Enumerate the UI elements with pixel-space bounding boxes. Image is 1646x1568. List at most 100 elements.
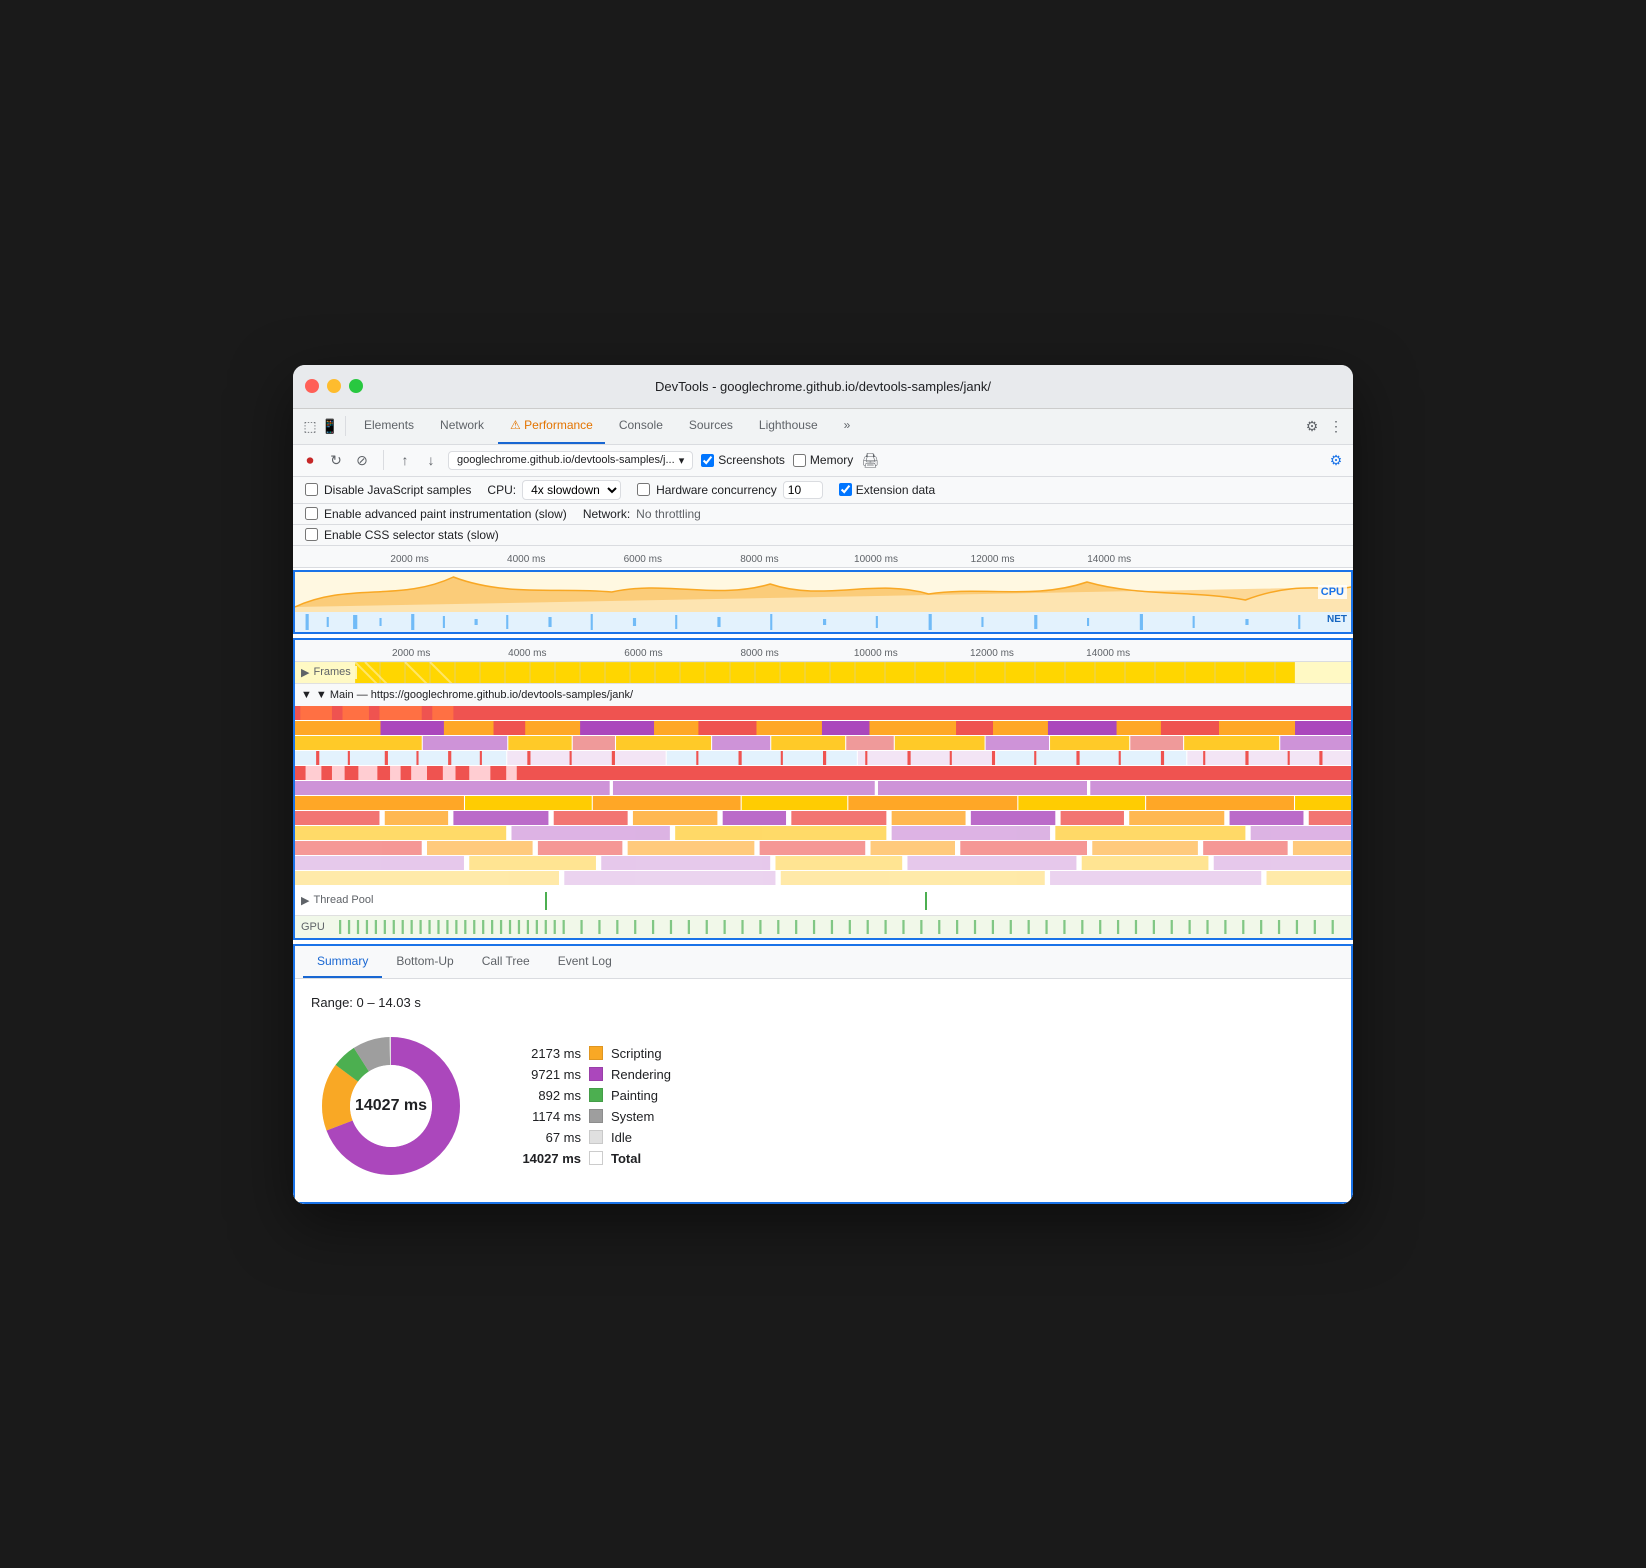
memory-checkbox-group: Memory xyxy=(793,453,853,467)
thread-pool-dot-1 xyxy=(545,892,547,910)
flame-area[interactable]: 2000 ms 4000 ms 6000 ms 8000 ms 10000 ms… xyxy=(293,638,1353,940)
css-selector-label[interactable]: Enable CSS selector stats (slow) xyxy=(305,528,499,542)
download-icon[interactable]: ↓ xyxy=(422,451,440,469)
url-bar[interactable]: googlechrome.github.io/devtools-samples/… xyxy=(448,451,693,470)
legend-rendering: 9721 ms Rendering xyxy=(511,1064,671,1085)
cpu-label-badge: CPU xyxy=(1318,585,1347,599)
extension-data-label[interactable]: Extension data xyxy=(839,483,935,497)
thread-pool-triangle[interactable]: ▶ xyxy=(301,894,309,907)
inspector-icon[interactable]: ⬚ xyxy=(301,417,319,435)
tab-sources[interactable]: Sources xyxy=(677,408,745,444)
disable-js-checkbox[interactable] xyxy=(305,483,318,496)
url-text: googlechrome.github.io/devtools-samples/… xyxy=(457,454,675,466)
scripting-swatch xyxy=(589,1046,603,1060)
bottom-tabs: Summary Bottom-Up Call Tree Event Log xyxy=(295,946,1351,979)
timeline-area: 2000 ms 4000 ms 6000 ms 8000 ms 10000 ms… xyxy=(293,546,1353,1204)
legend-scripting: 2173 ms Scripting xyxy=(511,1043,671,1064)
thread-pool-dot-2 xyxy=(925,892,927,910)
title-bar: DevTools - googlechrome.github.io/devtoo… xyxy=(293,365,1353,409)
device-toggle-icon[interactable]: 📱 xyxy=(321,417,339,435)
time-ruler-flame: 2000 ms 4000 ms 6000 ms 8000 ms 10000 ms… xyxy=(295,640,1351,662)
donut-chart: 14027 ms xyxy=(311,1026,471,1186)
total-swatch xyxy=(589,1151,603,1165)
memory-icon[interactable]: 🖨 xyxy=(861,451,879,469)
flame-tick-6000: 6000 ms xyxy=(624,648,662,659)
tick-6000: 6000 ms xyxy=(624,554,662,565)
disable-js-label[interactable]: Disable JavaScript samples xyxy=(305,483,471,497)
record-icon[interactable]: ⏺ xyxy=(301,451,319,469)
maximize-button[interactable] xyxy=(349,379,363,393)
tab-performance[interactable]: ⚠ Performance xyxy=(498,408,605,444)
flame-tick-2000: 2000 ms xyxy=(392,648,430,659)
range-text: Range: 0 – 14.03 s xyxy=(311,995,1335,1010)
screenshots-checkbox[interactable] xyxy=(701,454,714,467)
tab-more[interactable]: » xyxy=(832,408,863,444)
frames-triangle[interactable]: ▶ xyxy=(301,666,309,679)
advanced-paint-checkbox[interactable] xyxy=(305,507,318,520)
settings-icon[interactable]: ⚙ xyxy=(1303,417,1321,435)
tab-event-log[interactable]: Event Log xyxy=(544,946,626,978)
cpu-group: CPU: 4x slowdown xyxy=(487,480,621,500)
clear-icon[interactable]: ⊘ xyxy=(353,451,371,469)
traffic-lights xyxy=(305,379,363,393)
legend-idle: 67 ms Idle xyxy=(511,1127,671,1148)
scripting-ms: 2173 ms xyxy=(511,1046,581,1061)
bottom-panel: Summary Bottom-Up Call Tree Event Log Ra… xyxy=(293,944,1353,1204)
screenshots-checkbox-group: Screenshots xyxy=(701,453,785,467)
bottom-content: Range: 0 – 14.03 s xyxy=(295,979,1351,1202)
tick-4000: 4000 ms xyxy=(507,554,545,565)
cpu-select[interactable]: 4x slowdown xyxy=(522,480,621,500)
settings-row-3: Enable CSS selector stats (slow) xyxy=(293,525,1353,546)
painting-ms: 892 ms xyxy=(511,1088,581,1103)
settings-row-1: Disable JavaScript samples CPU: 4x slowd… xyxy=(293,477,1353,504)
legend-total: 14027 ms Total xyxy=(511,1148,671,1169)
tab-network[interactable]: Network xyxy=(428,408,496,444)
idle-swatch xyxy=(589,1130,603,1144)
rendering-swatch xyxy=(589,1067,603,1081)
flame-chart[interactable] xyxy=(295,706,1351,886)
settings-gear-icon[interactable]: ⚙ xyxy=(1327,451,1345,469)
reload-icon[interactable]: ↻ xyxy=(327,451,345,469)
tick-8000: 8000 ms xyxy=(740,554,778,565)
flame-tick-14000: 14000 ms xyxy=(1086,648,1130,659)
tab-lighthouse[interactable]: Lighthouse xyxy=(747,408,830,444)
extension-data-checkbox[interactable] xyxy=(839,483,852,496)
total-label: Total xyxy=(611,1151,641,1166)
window-title: DevTools - googlechrome.github.io/devtoo… xyxy=(655,379,991,394)
gpu-row[interactable]: GPU xyxy=(295,916,1351,938)
legend-painting: 892 ms Painting xyxy=(511,1085,671,1106)
dropdown-icon[interactable]: ▾ xyxy=(679,454,685,467)
main-header: ▼ ▼ Main — https://googlechrome.github.i… xyxy=(295,684,1351,706)
main-toolbar: ⬚ 📱 Elements Network ⚠ Performance Conso… xyxy=(293,409,1353,445)
css-selector-checkbox[interactable] xyxy=(305,528,318,541)
memory-label: Memory xyxy=(810,453,853,467)
minimize-button[interactable] xyxy=(327,379,341,393)
donut-center-text: 14027 ms xyxy=(355,1097,427,1115)
upload-icon[interactable]: ↑ xyxy=(396,451,414,469)
time-ruler-overview: 2000 ms 4000 ms 6000 ms 8000 ms 10000 ms… xyxy=(293,546,1353,568)
advanced-paint-label[interactable]: Enable advanced paint instrumentation (s… xyxy=(305,507,567,521)
tab-call-tree[interactable]: Call Tree xyxy=(468,946,544,978)
tab-elements[interactable]: Elements xyxy=(352,408,426,444)
toolbar-right: ⚙ ⋮ xyxy=(1303,417,1345,435)
tab-bottom-up[interactable]: Bottom-Up xyxy=(382,946,467,978)
network-label: Network: xyxy=(583,507,630,521)
net-track[interactable]: NET xyxy=(295,612,1351,632)
system-label: System xyxy=(611,1109,654,1124)
hardware-concurrency-group: Hardware concurrency xyxy=(637,481,823,499)
tab-summary[interactable]: Summary xyxy=(303,946,382,978)
frames-label: ▶ Frames xyxy=(295,666,357,679)
close-button[interactable] xyxy=(305,379,319,393)
cpu-track[interactable]: CPU xyxy=(295,572,1351,612)
hardware-concurrency-input[interactable] xyxy=(783,481,823,499)
main-triangle[interactable]: ▼ xyxy=(301,689,312,701)
idle-label: Idle xyxy=(611,1130,632,1145)
more-options-icon[interactable]: ⋮ xyxy=(1327,417,1345,435)
tab-console[interactable]: Console xyxy=(607,408,675,444)
thread-pool-row[interactable]: ▶ Thread Pool xyxy=(295,886,1351,916)
frames-row[interactable]: ▶ Frames xyxy=(295,662,1351,684)
legend-system: 1174 ms System xyxy=(511,1106,671,1127)
memory-checkbox[interactable] xyxy=(793,454,806,467)
hardware-concurrency-checkbox[interactable] xyxy=(637,483,650,496)
overview-tracks[interactable]: CPU xyxy=(293,570,1353,634)
